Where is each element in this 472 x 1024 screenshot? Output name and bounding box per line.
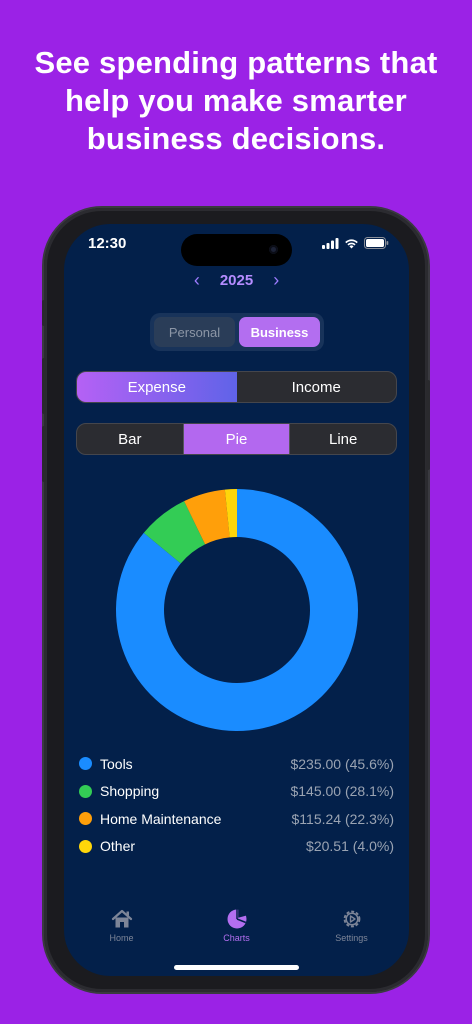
legend-value: $20.51 (4.0%)	[306, 838, 394, 855]
pie-option[interactable]: Pie	[183, 424, 290, 454]
expense-option[interactable]: Expense	[77, 372, 237, 402]
tab-charts[interactable]: Charts	[179, 908, 294, 958]
legend-name: Other	[100, 838, 136, 855]
chart-legend: Tools $235.00 (45.6%) Shopping $145.00 (…	[79, 750, 394, 860]
chart-type-toggle: Bar Pie Line	[76, 423, 397, 455]
year-label: 2025	[219, 272, 254, 289]
legend-name: Shopping	[100, 783, 160, 800]
volume-up-button	[42, 358, 46, 414]
next-year-button[interactable]: ›	[273, 270, 279, 291]
battery-icon	[364, 237, 389, 249]
donut-chart	[115, 489, 358, 731]
dynamic-island	[181, 234, 292, 266]
bar-option[interactable]: Bar	[77, 424, 183, 454]
house-icon	[111, 909, 132, 928]
signal-icon	[322, 237, 339, 249]
power-button	[426, 380, 430, 470]
legend-row-home-maintenance: Home Maintenance $115.24 (22.3%)	[79, 805, 394, 833]
line-option[interactable]: Line	[290, 424, 396, 454]
legend-dot	[79, 839, 92, 853]
tab-bar: Home Charts Settings	[64, 908, 409, 958]
previous-year-button[interactable]: ‹	[194, 270, 200, 291]
expense-income-toggle: Expense Income	[76, 371, 397, 403]
legend-value: $115.24 (22.3%)	[291, 810, 394, 827]
personal-option[interactable]: Personal	[154, 317, 235, 347]
legend-dot	[79, 812, 92, 826]
tab-home-label: Home	[109, 933, 134, 943]
camera-icon	[269, 245, 278, 254]
legend-row-tools: Tools $235.00 (45.6%)	[79, 750, 394, 778]
tab-settings[interactable]: Settings	[294, 908, 409, 958]
tab-home[interactable]: Home	[64, 908, 179, 958]
status-time: 12:30	[88, 235, 127, 252]
volume-down-button	[42, 426, 46, 482]
gear-icon	[343, 910, 360, 928]
legend-dot	[79, 784, 92, 798]
legend-row-other: Other $20.51 (4.0%)	[79, 833, 394, 861]
app-screen: 12:30 ‹ 2025 › Personal Business Expense…	[64, 224, 409, 976]
year-navigator: ‹ 2025 ›	[64, 270, 409, 291]
legend-value: $145.00 (28.1%)	[290, 783, 394, 800]
business-option[interactable]: Business	[239, 317, 320, 347]
income-option[interactable]: Income	[237, 372, 397, 402]
wifi-icon	[345, 238, 358, 248]
tab-charts-label: Charts	[223, 933, 250, 943]
home-indicator	[174, 965, 299, 970]
legend-row-shopping: Shopping $145.00 (28.1%)	[79, 778, 394, 806]
legend-name: Tools	[100, 755, 133, 772]
silent-switch	[42, 300, 46, 326]
status-icons	[322, 237, 389, 249]
legend-dot	[79, 757, 92, 771]
account-toggle: Personal Business	[150, 313, 324, 351]
tab-settings-label: Settings	[335, 933, 368, 943]
marketing-headline: See spending patterns that help you make…	[34, 45, 438, 156]
legend-value: $235.00 (45.6%)	[290, 755, 394, 772]
pie-chart-icon	[227, 908, 247, 929]
legend-name: Home Maintenance	[100, 810, 222, 827]
